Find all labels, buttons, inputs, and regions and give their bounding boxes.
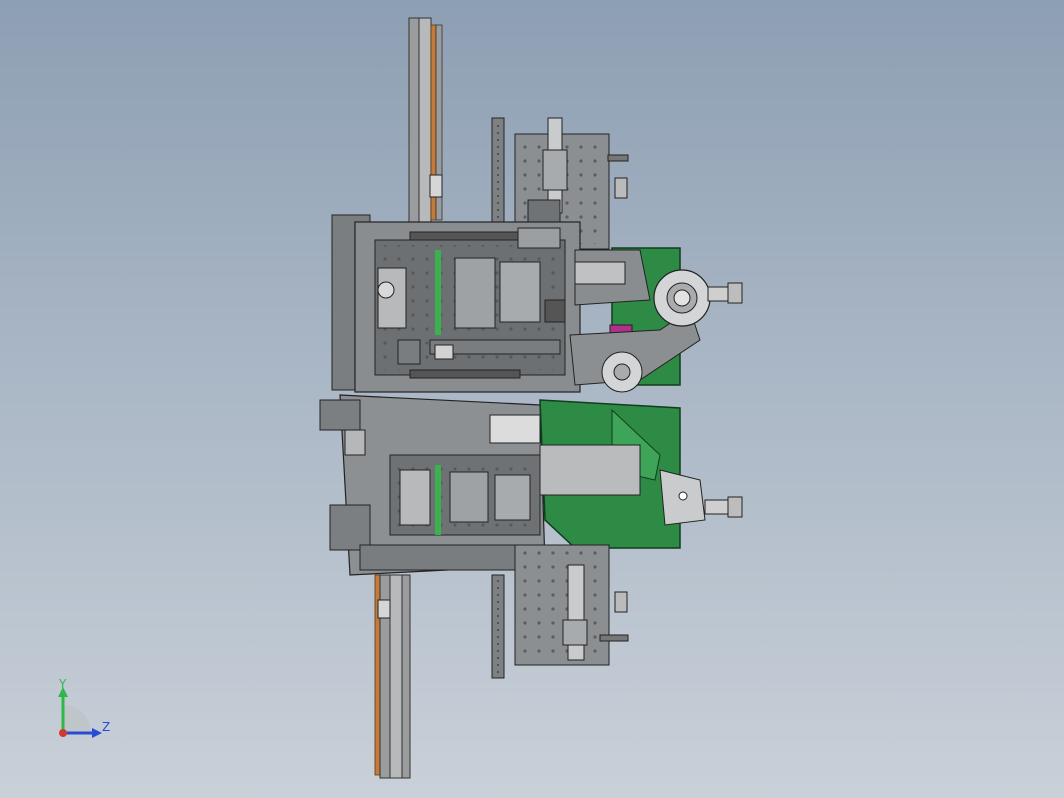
thin-rail-top	[491, 117, 505, 229]
bottom-vertical-rail	[374, 574, 411, 779]
cad-viewport[interactable]: Y Z	[0, 0, 1064, 798]
y-axis-label: Y	[59, 677, 67, 691]
upper-frame-module	[331, 214, 581, 393]
upper-green-housing	[569, 247, 743, 393]
lower-frame-module	[319, 394, 546, 576]
thin-rail-bottom	[491, 574, 505, 679]
x-axis-origin	[59, 729, 67, 737]
coordinate-triad: Y Z	[50, 675, 120, 745]
z-axis-label: Z	[102, 720, 111, 734]
cad-assembly-model[interactable]	[0, 0, 1064, 798]
top-vertical-rail	[408, 17, 443, 224]
bottom-cylinder-plate	[514, 544, 629, 666]
